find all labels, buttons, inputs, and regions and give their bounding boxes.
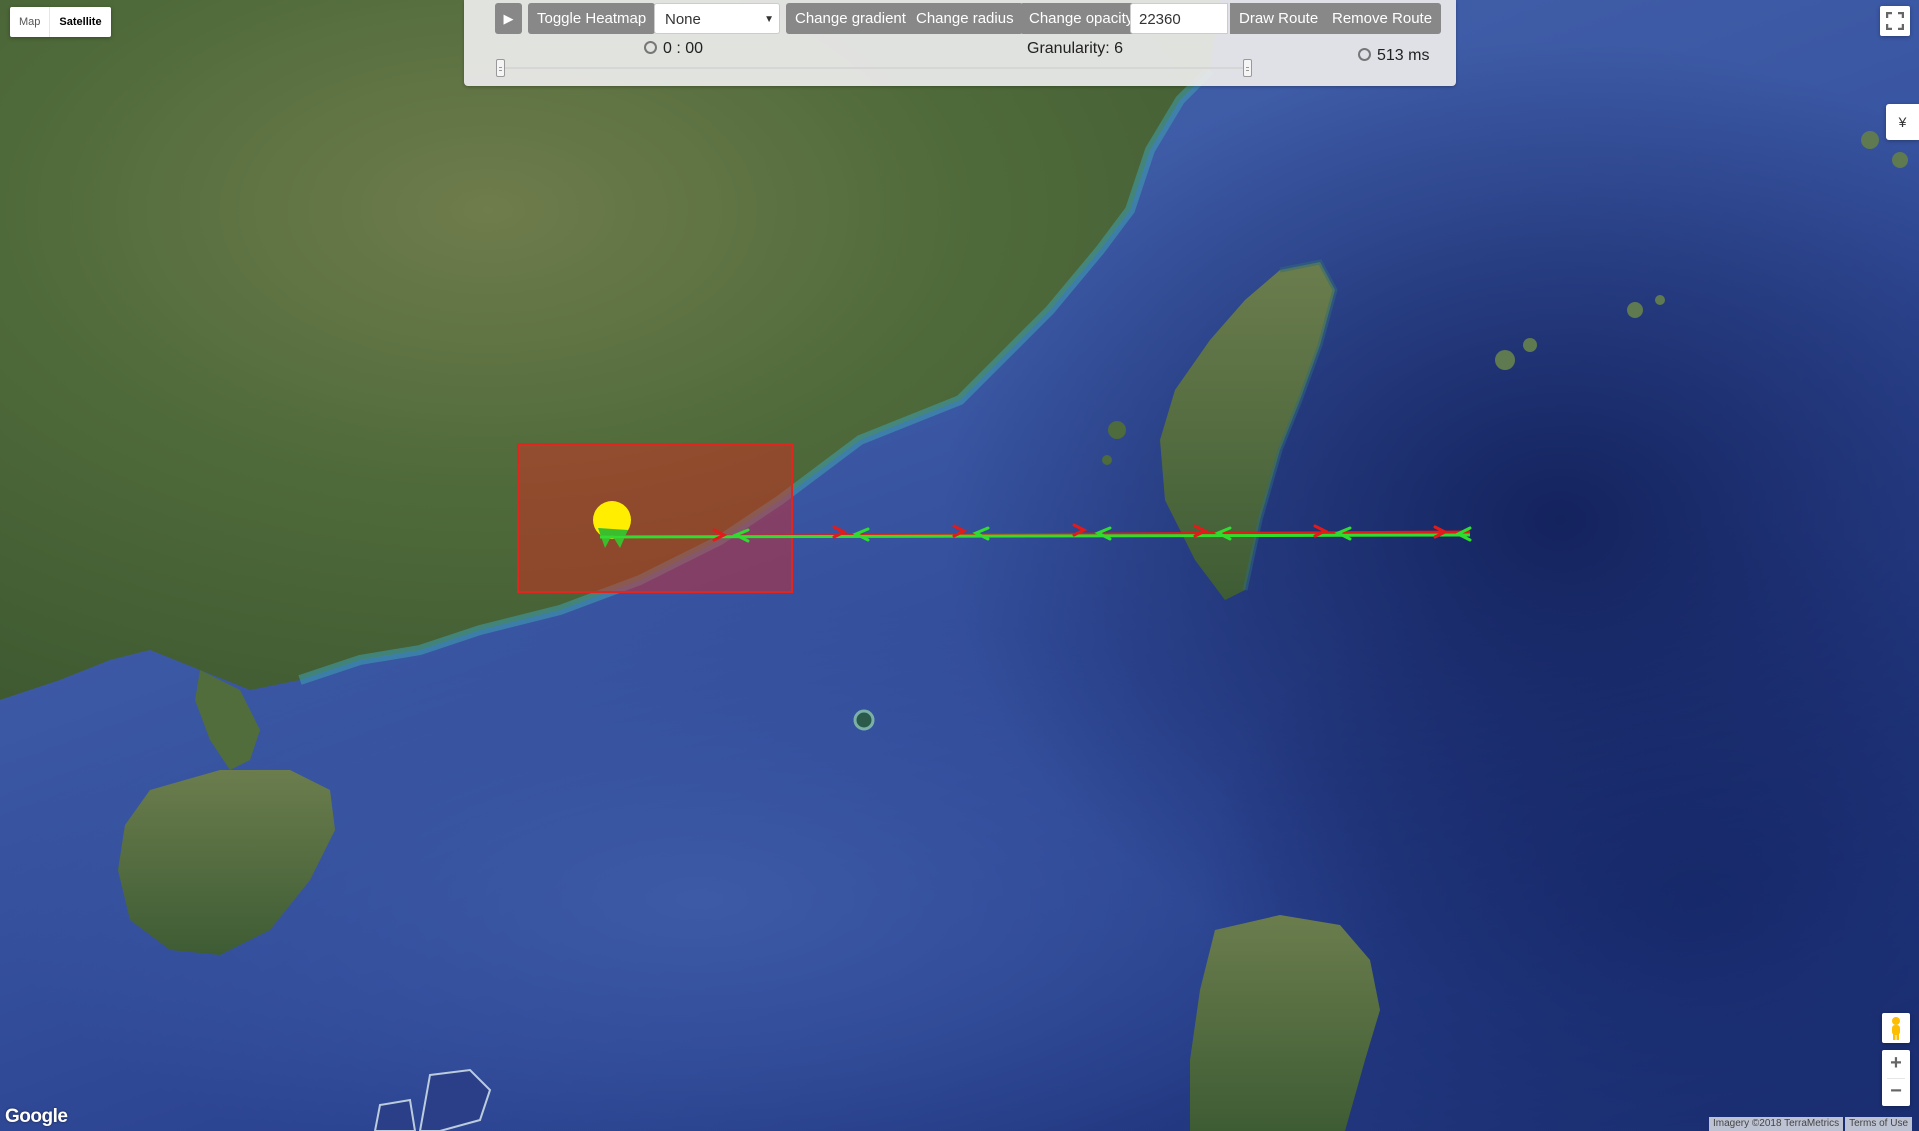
map-type-satellite-button[interactable]: Satellite xyxy=(49,7,110,37)
taiwan-island xyxy=(1160,262,1335,600)
chevron-down-icon: ▼ xyxy=(764,14,774,25)
time-range-track[interactable] xyxy=(500,67,1247,69)
imagery-credit: Imagery ©2018 TerraMetrics xyxy=(1709,1117,1844,1131)
play-button[interactable]: ▶ xyxy=(495,3,522,34)
terms-link[interactable]: Terms of Use xyxy=(1845,1117,1913,1131)
luzon-island xyxy=(1190,915,1380,1131)
map-type-map-button[interactable]: Map xyxy=(10,7,49,37)
heatmap-control-panel: ▶ Toggle Heatmap None ▼ Change gradient … xyxy=(464,0,1456,86)
render-time-value: 513 ms xyxy=(1377,47,1430,64)
layer-select-value: None xyxy=(665,11,701,28)
dongsha-atoll xyxy=(853,709,875,731)
change-gradient-button[interactable]: Change gradient xyxy=(786,3,915,34)
draw-route-button[interactable]: Draw Route xyxy=(1230,3,1328,34)
render-time: 513 ms xyxy=(1358,47,1429,65)
remove-route-button[interactable]: Remove Route xyxy=(1323,3,1442,34)
map-type-control: Map Satellite xyxy=(10,7,111,37)
google-logo: Google xyxy=(5,1106,68,1127)
fullscreen-icon xyxy=(1885,11,1905,31)
stopwatch-icon xyxy=(1358,48,1371,61)
playback-timer: 0 : 00 xyxy=(644,40,703,58)
range-start-handle[interactable] xyxy=(496,59,505,77)
range-end-handle[interactable] xyxy=(1243,59,1252,77)
toggle-heatmap-button[interactable]: Toggle Heatmap xyxy=(528,3,656,34)
granularity-label: Granularity: 6 xyxy=(1027,40,1124,57)
number-input[interactable]: 22360 xyxy=(1130,3,1228,34)
zoom-control: + − xyxy=(1882,1050,1910,1106)
change-radius-button[interactable]: Change radius xyxy=(907,3,1023,34)
stopwatch-icon xyxy=(644,41,657,54)
satellite-map[interactable] xyxy=(0,0,1919,1131)
fullscreen-button[interactable] xyxy=(1880,6,1910,36)
map-attribution: Imagery ©2018 TerraMetrics Terms of Use xyxy=(1709,1117,1913,1131)
change-opacity-button[interactable]: Change opacity xyxy=(1020,3,1143,34)
play-icon: ▶ xyxy=(503,11,514,26)
pegman-icon xyxy=(1892,1017,1900,1040)
street-view-pegman[interactable] xyxy=(1882,1013,1910,1043)
selection-rectangle xyxy=(517,443,793,593)
layer-select[interactable]: None ▼ xyxy=(654,3,780,34)
zoom-out-button[interactable]: − xyxy=(1882,1078,1910,1106)
side-panel-toggle[interactable]: ¥ xyxy=(1886,104,1919,140)
zoom-in-button[interactable]: + xyxy=(1882,1050,1910,1078)
map-terrain xyxy=(0,0,1908,1131)
hainan-island xyxy=(118,770,335,955)
timer-value: 0 : 00 xyxy=(663,40,704,57)
